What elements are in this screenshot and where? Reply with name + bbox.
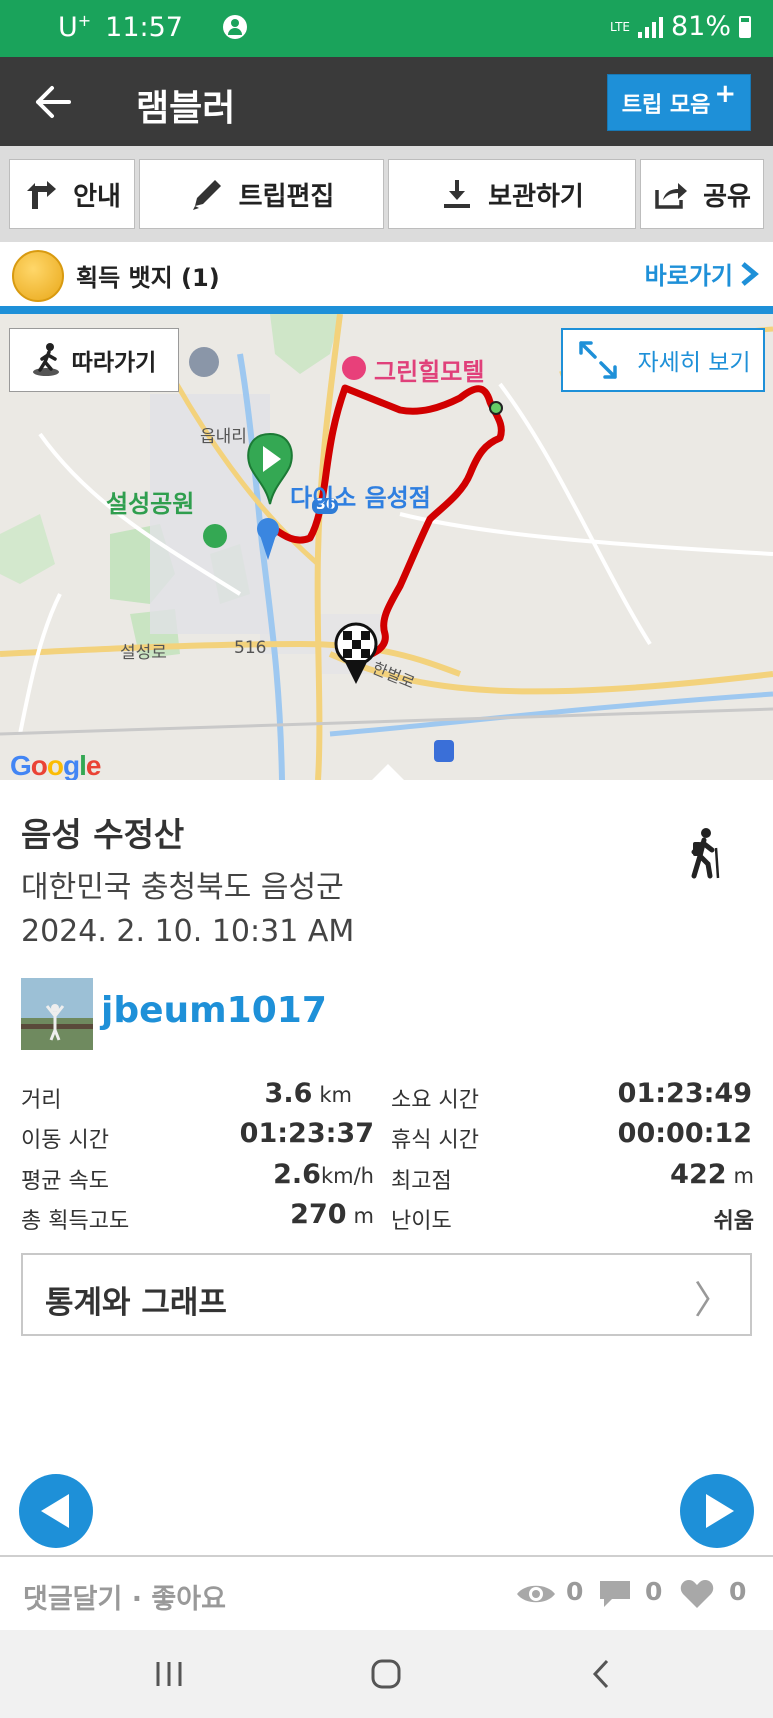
battery-icon [739, 15, 751, 38]
heart-icon[interactable] [680, 1579, 714, 1609]
save-button[interactable]: 보관하기 [388, 159, 636, 229]
app-header: 램블러 트립 모음 + [0, 57, 773, 146]
system-nav-bar [0, 1630, 773, 1718]
expand-icon [579, 341, 618, 379]
comment-like-link[interactable]: 댓글달기 · 좋아요 [23, 1577, 226, 1616]
guide-button[interactable]: 안내 [9, 159, 135, 229]
poi-daiso-label: 다이소 음성점 [290, 484, 431, 512]
distance-value: 3.6 km [264, 1078, 352, 1109]
gain-label: 총 획득고도 [21, 1209, 130, 1234]
max-alt-label: 최고점 [391, 1169, 452, 1194]
pencil-icon [192, 180, 221, 210]
app-title: 램블러 [136, 88, 236, 129]
route-map[interactable]: 36 그린힐모텔 다이소 음성점 설성공원 읍내리 설성로 516 한벌로 따라… [0, 314, 773, 780]
download-icon [444, 180, 471, 208]
share-button[interactable]: 공유 [640, 159, 764, 229]
stat-row-gain: 총 획득고도 270 m 난이도 쉬움 [21, 1199, 754, 1237]
area-eup-label: 읍내리 [200, 427, 247, 447]
comment-icon [600, 1581, 630, 1607]
lte-icon: LTE [610, 19, 630, 34]
badge-medal-icon [12, 250, 64, 302]
goto-badges-link[interactable]: 바로가기 [645, 256, 761, 291]
triangle-right-icon [706, 1494, 734, 1528]
stat-row-speed: 평균 속도 2.6km/h 최고점 422 m [21, 1159, 754, 1197]
view-detail-button[interactable]: 자세히 보기 [561, 328, 765, 392]
stat-row-distance: 거리 3.6 km 소요 시간 01:23:49 [21, 1078, 754, 1116]
username-link[interactable]: jbeum1017 [101, 990, 327, 1031]
view-detail-label: 자세히 보기 [637, 350, 751, 376]
trip-location: 대한민국 충청북도 음성군 [21, 870, 344, 905]
system-back-icon[interactable] [590, 1658, 612, 1690]
rest-time-label: 휴식 시간 [391, 1128, 479, 1153]
road-seolseong-label: 설성로 [120, 643, 167, 663]
account-status-icon [222, 15, 247, 39]
home-icon[interactable] [370, 1658, 402, 1690]
status-bar: U+ 11:57 LTE 81% [0, 0, 773, 57]
trip-collection-label: 트립 모음 [621, 92, 711, 118]
like-count: 0 [729, 1577, 747, 1606]
badge-bar[interactable]: 획득 뱃지 (1) 바로가기 [0, 242, 773, 314]
edit-trip-label: 트립편집 [238, 181, 335, 212]
difficulty-value: 쉬움 [713, 1209, 754, 1234]
comment-bar: 댓글달기 · 좋아요 0 0 0 [0, 1555, 773, 1630]
next-trip-button[interactable] [680, 1474, 754, 1548]
avg-speed-label: 평균 속도 [21, 1169, 109, 1194]
carrier-label: U+ [58, 11, 92, 43]
poi-park-label: 설성공원 [106, 490, 195, 518]
trip-datetime: 2024. 2. 10. 10:31 AM [21, 914, 355, 949]
moving-time-label: 이동 시간 [21, 1128, 109, 1153]
previous-trip-button[interactable] [19, 1474, 93, 1548]
save-label: 보관하기 [488, 181, 584, 212]
trip-collection-button[interactable]: 트립 모음 + [607, 74, 751, 131]
poi-motel-label: 그린힐모텔 [374, 358, 485, 386]
road-516-label: 516 [234, 638, 267, 658]
turn-arrow-icon [27, 181, 57, 209]
total-time-label: 소요 시간 [391, 1088, 479, 1113]
edit-trip-button[interactable]: 트립편집 [139, 159, 384, 229]
walking-person-icon [32, 343, 59, 376]
chevron-right-icon: 〉 [693, 1278, 732, 1322]
eye-icon [517, 1585, 555, 1603]
back-arrow-icon[interactable] [34, 85, 72, 119]
clock: 11:57 [105, 11, 183, 43]
rest-time-value: 00:00:12 [617, 1118, 752, 1149]
share-label: 공유 [703, 181, 751, 212]
triangle-left-icon [41, 1494, 69, 1528]
google-logo: Google [10, 750, 101, 780]
map-pointer-notch [372, 764, 404, 780]
guide-label: 안내 [73, 181, 121, 212]
gain-value: 270 m [290, 1199, 374, 1230]
follow-button[interactable]: 따라가기 [9, 328, 179, 392]
plus-icon: + [714, 78, 737, 109]
view-count: 0 [566, 1577, 584, 1606]
hiking-icon [691, 828, 720, 879]
chevron-right-icon [741, 261, 759, 286]
signal-icon [637, 16, 663, 38]
goto-label: 바로가기 [644, 262, 733, 290]
action-toolbar: 안내 트립편집 보관하기 공유 [0, 146, 773, 242]
trip-title: 음성 수정산 [21, 815, 185, 854]
comment-count: 0 [645, 1577, 663, 1606]
moving-time-value: 01:23:37 [239, 1118, 374, 1149]
badge-count-label: 획득 뱃지 (1) [76, 264, 220, 292]
share-icon [655, 183, 688, 209]
stats-graph-button[interactable]: 통계와 그래프 〉 [21, 1253, 752, 1336]
recent-apps-icon[interactable] [154, 1660, 184, 1688]
follow-label: 따라가기 [71, 350, 157, 376]
max-alt-value: 422 m [670, 1159, 754, 1190]
distance-label: 거리 [21, 1088, 62, 1113]
avatar[interactable] [21, 978, 93, 1050]
stats-graph-label: 통계와 그래프 [45, 1285, 227, 1321]
stat-row-moving: 이동 시간 01:23:37 휴식 시간 00:00:12 [21, 1118, 754, 1156]
battery-percent: 81% [670, 11, 731, 42]
avg-speed-value: 2.6km/h [273, 1159, 374, 1190]
total-time-value: 01:23:49 [617, 1078, 752, 1109]
difficulty-label: 난이도 [391, 1209, 452, 1234]
